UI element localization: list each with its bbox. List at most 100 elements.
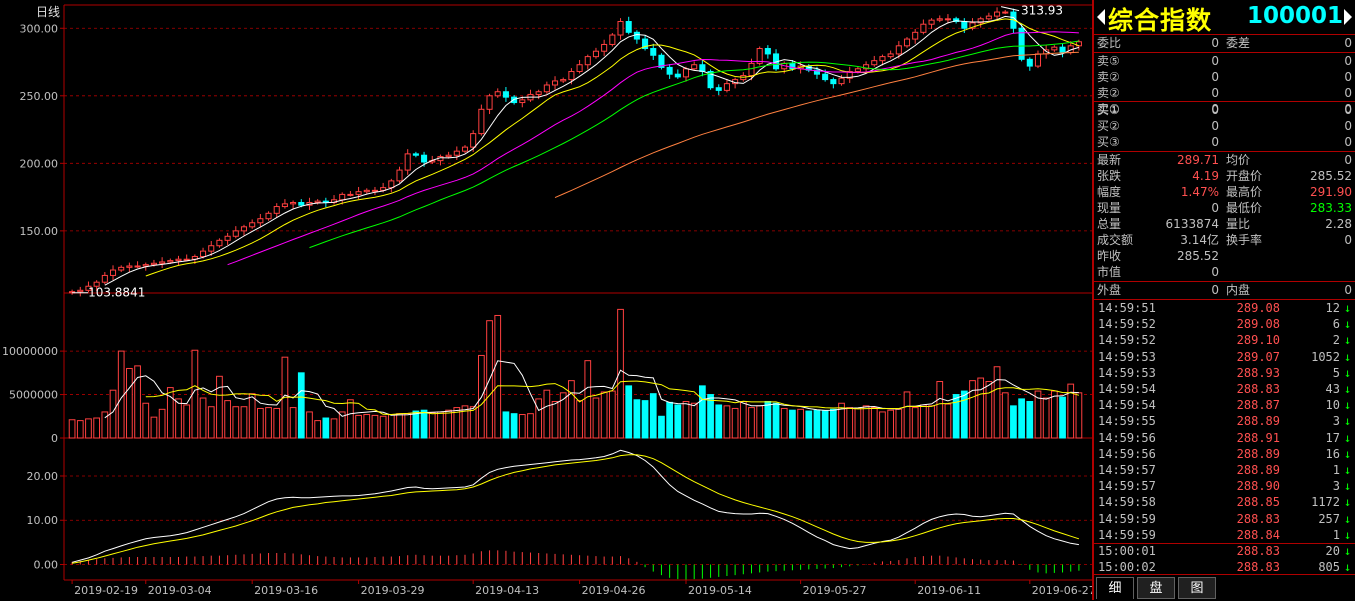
candle[interactable] <box>601 43 608 52</box>
volume-bar[interactable] <box>666 401 673 439</box>
candle[interactable] <box>691 64 698 70</box>
volume-bar[interactable] <box>600 391 608 439</box>
volume-bar[interactable] <box>772 402 780 439</box>
candle[interactable] <box>609 34 616 45</box>
tab-detail[interactable]: 细 <box>1096 577 1134 599</box>
candle[interactable] <box>838 77 845 85</box>
candle[interactable] <box>478 108 485 135</box>
candle[interactable] <box>486 95 493 110</box>
volume-bar[interactable] <box>682 401 690 439</box>
volume-bar[interactable] <box>183 404 191 439</box>
candle[interactable] <box>928 19 935 25</box>
tick-row[interactable]: 14:59:57 288.89 1 ↓ <box>1094 462 1355 478</box>
volume-bar[interactable] <box>739 401 747 439</box>
candle[interactable] <box>625 21 632 33</box>
volume-bar[interactable] <box>330 418 338 439</box>
volume-bar[interactable] <box>723 405 731 439</box>
candle[interactable] <box>396 169 403 182</box>
candle[interactable] <box>715 87 722 91</box>
volume-bar[interactable] <box>396 413 403 439</box>
volume-bar[interactable] <box>748 407 755 439</box>
candle[interactable] <box>150 262 157 266</box>
candle[interactable] <box>183 258 190 261</box>
volume-bar[interactable] <box>1001 392 1009 439</box>
volume-bar[interactable] <box>805 410 813 439</box>
candle[interactable] <box>167 260 174 263</box>
candle[interactable] <box>830 79 837 85</box>
candle[interactable] <box>175 258 182 262</box>
candle[interactable] <box>912 31 919 40</box>
volume-bar[interactable] <box>216 375 223 439</box>
candle[interactable] <box>1051 46 1058 51</box>
volume-bar[interactable] <box>126 367 133 439</box>
candle[interactable] <box>985 15 992 20</box>
candle[interactable] <box>77 289 84 293</box>
volume-bar[interactable] <box>142 402 150 439</box>
candle[interactable] <box>298 202 305 206</box>
volume-bar[interactable] <box>437 411 444 439</box>
chart-canvas[interactable]: 日线 300.00 250.00 200.00 150.00 10000000 500000… <box>0 0 1092 600</box>
tick-row[interactable]: 14:59:52 289.08 6 ↓ <box>1094 316 1355 332</box>
tick-row[interactable]: 14:59:51 289.08 12 ↓ <box>1094 300 1355 316</box>
volume-bar[interactable] <box>707 394 714 439</box>
candle[interactable] <box>109 269 117 276</box>
candle[interactable] <box>723 83 730 91</box>
volume-bar[interactable] <box>347 399 354 439</box>
volume-bar[interactable] <box>371 414 379 439</box>
volume-bar[interactable] <box>797 408 804 439</box>
candle[interactable] <box>699 64 706 72</box>
candle[interactable] <box>363 189 370 193</box>
volume-bar[interactable] <box>256 407 264 439</box>
volume-bar[interactable] <box>109 389 117 439</box>
volume-bar[interactable] <box>854 407 862 439</box>
candle[interactable] <box>650 48 657 56</box>
candle[interactable] <box>944 18 951 21</box>
volume-bar[interactable] <box>764 401 772 439</box>
volume-bar[interactable] <box>625 385 633 439</box>
candle[interactable] <box>592 50 600 58</box>
volume-bar[interactable] <box>379 415 387 439</box>
volume-bar[interactable] <box>928 405 935 439</box>
tick-row[interactable]: 14:59:59 288.83 257 ↓ <box>1094 511 1355 527</box>
candle[interactable] <box>674 73 681 78</box>
volume-bar[interactable] <box>1018 398 1025 439</box>
candle[interactable] <box>159 261 166 264</box>
tick-row[interactable]: 14:59:55 288.89 3 ↓ <box>1094 413 1355 429</box>
volume-bar[interactable] <box>543 389 551 439</box>
volume-bar[interactable] <box>1075 392 1083 439</box>
volume-bar[interactable] <box>175 398 182 439</box>
volume-bar[interactable] <box>412 410 420 439</box>
candle[interactable] <box>412 153 419 156</box>
tab-chart[interactable]: 图 <box>1178 577 1216 599</box>
candle[interactable] <box>543 84 550 93</box>
candle[interactable] <box>920 23 927 33</box>
candle[interactable] <box>445 154 452 158</box>
candle[interactable] <box>584 56 591 66</box>
candle[interactable] <box>903 38 911 47</box>
volume-bar[interactable] <box>518 414 526 439</box>
candle[interactable] <box>854 68 861 72</box>
candle[interactable] <box>1059 46 1066 54</box>
candle[interactable] <box>134 265 141 268</box>
candle[interactable] <box>576 64 583 72</box>
candle[interactable] <box>617 21 624 36</box>
candle[interactable] <box>249 222 256 228</box>
volume-bar[interactable] <box>469 406 477 439</box>
volume-bar[interactable] <box>207 406 215 439</box>
prev-arrow-icon[interactable] <box>1097 9 1105 25</box>
volume-bar[interactable] <box>977 377 985 439</box>
candle[interactable] <box>961 21 968 29</box>
tick-row[interactable]: 14:59:57 288.90 3 ↓ <box>1094 478 1355 494</box>
tick-row[interactable]: 14:59:52 289.10 2 ↓ <box>1094 332 1355 348</box>
volume-bar[interactable] <box>870 407 878 439</box>
candle[interactable] <box>101 274 108 283</box>
candle[interactable] <box>748 62 755 77</box>
candle[interactable] <box>994 11 1001 17</box>
volume-bar[interactable] <box>821 410 829 439</box>
volume-bar[interactable] <box>633 399 641 439</box>
candle[interactable] <box>216 239 223 247</box>
volume-bar[interactable] <box>658 415 665 439</box>
volume-bar[interactable] <box>985 381 993 439</box>
volume-bar[interactable] <box>887 409 895 439</box>
volume-bar[interactable] <box>224 400 231 439</box>
